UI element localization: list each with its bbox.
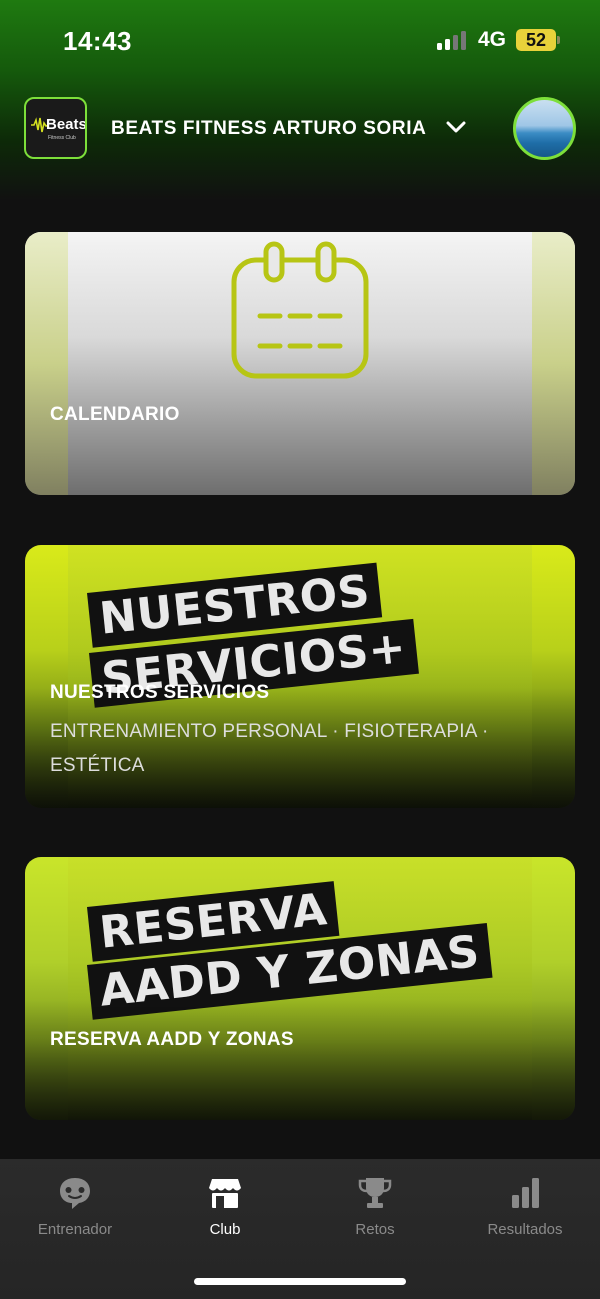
- tab-label: Club: [209, 1221, 241, 1238]
- chevron-down-icon[interactable]: [444, 118, 468, 138]
- avatar[interactable]: [513, 97, 576, 160]
- club-logo[interactable]: Beats Fitness Club: [24, 97, 87, 159]
- card-title: RESERVA AADD Y ZONAS: [50, 1029, 294, 1050]
- bar-chart-icon: [512, 1178, 539, 1208]
- card-title: CALENDARIO: [50, 404, 180, 425]
- tab-entrenador[interactable]: Entrenador: [0, 1159, 150, 1259]
- card-title: NUESTROS SERVICIOS: [50, 682, 270, 703]
- card-side-panel: [532, 232, 575, 495]
- trophy-icon: [358, 1178, 392, 1208]
- battery-cap: [557, 36, 560, 44]
- card-subtitle: ENTRENAMIENTO PERSONAL · FISIOTERAPIA · …: [50, 721, 489, 776]
- signal-icon: [437, 30, 469, 50]
- store-icon: [209, 1179, 241, 1208]
- calendar-icon: [231, 241, 369, 379]
- battery-icon: 52: [516, 29, 556, 51]
- tab-label: Retos: [355, 1221, 395, 1238]
- home-indicator[interactable]: [194, 1278, 406, 1285]
- club-name[interactable]: BEATS FITNESS ARTURO SORIA: [111, 118, 426, 140]
- logo-wordmark: Beats: [46, 116, 87, 133]
- chat-bubble-icon: [60, 1178, 90, 1209]
- card-fade: [25, 1000, 575, 1120]
- tab-retos[interactable]: Retos: [300, 1159, 450, 1259]
- calendar-card[interactable]: CALENDARIO: [25, 232, 575, 495]
- tab-label: Entrenador: [37, 1221, 113, 1238]
- status-bar: 14:43 4G 52: [0, 0, 600, 80]
- tab-resultados[interactable]: Resultados: [450, 1159, 600, 1259]
- network-label: 4G: [478, 28, 507, 51]
- tab-label: Resultados: [487, 1221, 563, 1238]
- booking-card[interactable]: RESERVA AADD Y ZONAS RESERVA AADD Y ZONA…: [25, 857, 575, 1120]
- services-card[interactable]: NUESTROS SERVICIOS+ NUESTROS SERVICIOS E…: [25, 545, 575, 808]
- logo-subtext: Fitness Club: [48, 135, 76, 141]
- card-side-panel: [25, 232, 68, 495]
- status-time: 14:43: [63, 26, 132, 56]
- tab-club[interactable]: Club: [150, 1159, 300, 1259]
